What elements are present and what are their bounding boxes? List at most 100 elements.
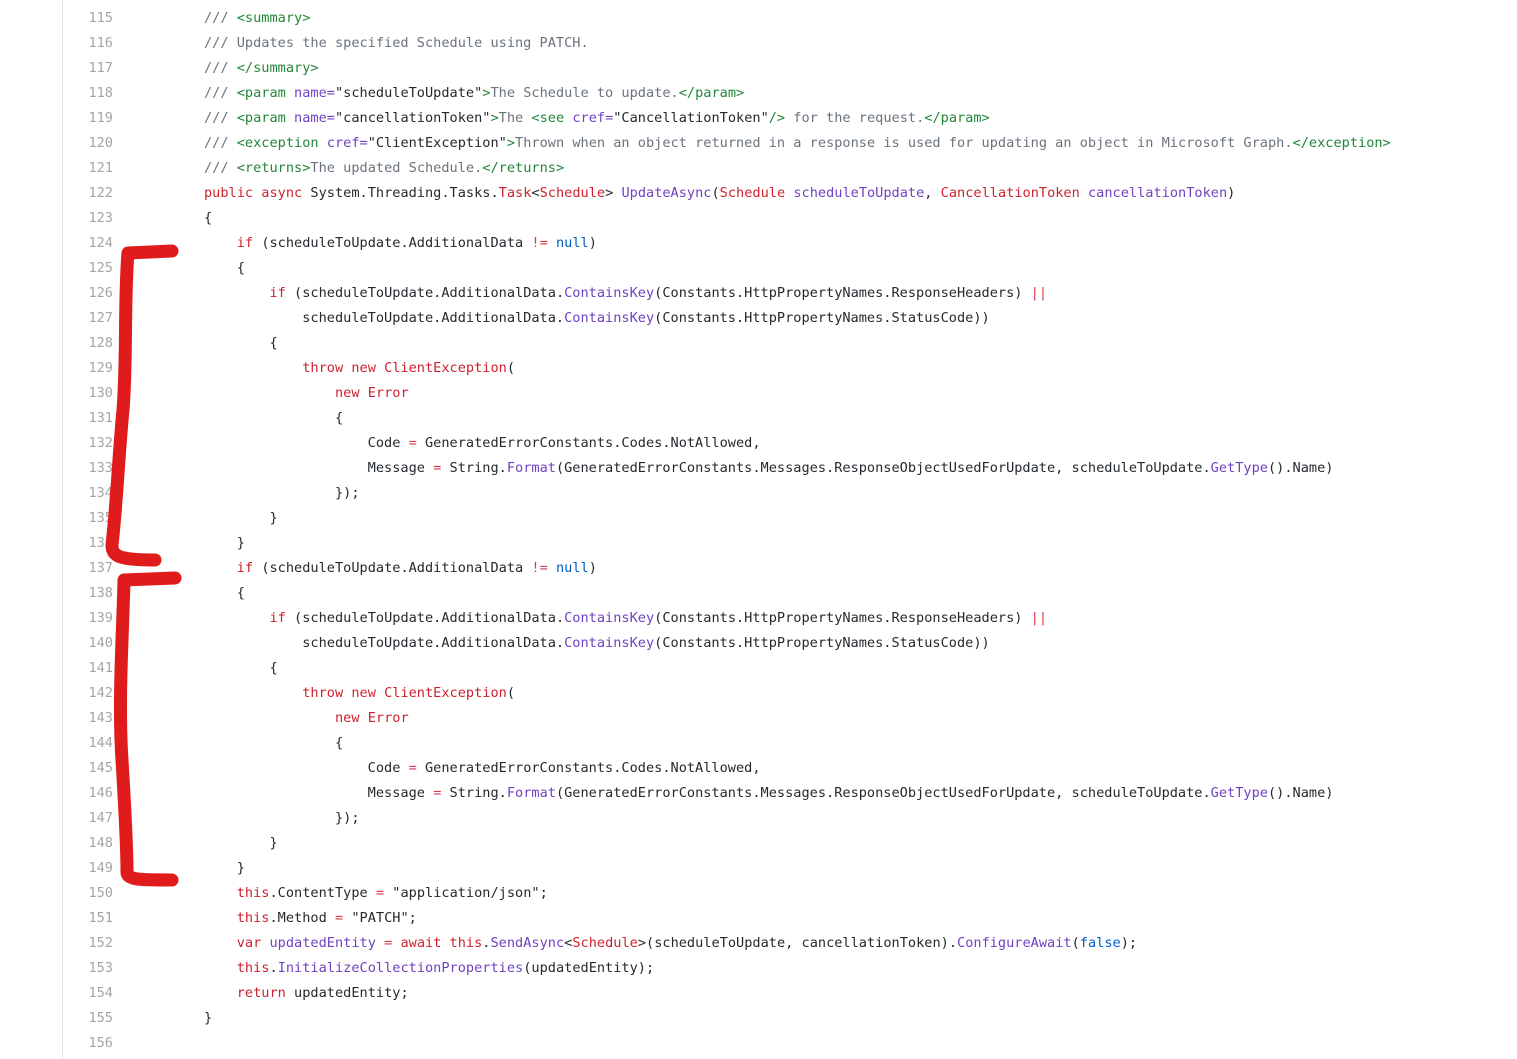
code-token: await this xyxy=(392,935,483,951)
code-text: public async System.Threading.Tasks.Task… xyxy=(204,181,1235,206)
code-token: <exception xyxy=(236,135,327,151)
code-token: ().Name) xyxy=(1267,785,1334,801)
code-line: 135 } xyxy=(0,506,1517,531)
code-token: , xyxy=(924,185,941,201)
code-token: < xyxy=(531,185,540,201)
code-line: 115 /// <summary> xyxy=(0,6,1517,31)
code-token: }); xyxy=(204,810,360,826)
code-token: ContainsKey xyxy=(564,310,655,326)
line-number: 120 xyxy=(88,135,113,151)
code-token: <summary> xyxy=(236,10,311,26)
code-line: 143 new Error xyxy=(0,706,1517,731)
code-token: cref= xyxy=(326,135,368,151)
code-token: <returns> xyxy=(236,160,311,176)
code-token: throw new xyxy=(302,360,385,376)
line-number: 149 xyxy=(88,860,113,876)
code-text: Code = GeneratedErrorConstants.Codes.Not… xyxy=(204,431,761,456)
code-token: "application/json"; xyxy=(384,885,548,901)
code-token: (scheduleToUpdate.AdditionalData xyxy=(261,560,532,576)
code-token: ContainsKey xyxy=(564,635,655,651)
code-line: 145 Code = GeneratedErrorConstants.Codes… xyxy=(0,756,1517,781)
code-token: ); xyxy=(1120,935,1138,951)
code-token: this xyxy=(236,960,270,976)
code-token: { xyxy=(204,260,245,276)
code-line: 140 scheduleToUpdate.AdditionalData.Cont… xyxy=(0,631,1517,656)
code-text: /// <returns>The updated Schedule.</retu… xyxy=(204,156,564,181)
code-text: return updatedEntity; xyxy=(204,981,409,1006)
code-view: 114115/// <summary>116/// Updates the sp… xyxy=(0,0,1517,1056)
code-token: String. xyxy=(441,460,507,476)
code-line: 133 Message = String.Format(GeneratedErr… xyxy=(0,456,1517,481)
code-text: { xyxy=(204,656,278,681)
code-text: /// <param name="cancellationToken">The … xyxy=(204,106,990,131)
code-token: updatedEntity xyxy=(269,935,385,951)
code-token: . xyxy=(269,960,278,976)
code-text: { xyxy=(204,256,245,281)
code-text: this.ContentType = "application/json"; xyxy=(204,881,548,906)
code-token: { xyxy=(204,410,344,426)
code-token: (Constants.HttpPropertyNames.ResponseHea… xyxy=(654,610,1031,626)
line-number: 156 xyxy=(88,1035,113,1051)
code-token: ().Name) xyxy=(1267,460,1334,476)
code-token: ContainsKey xyxy=(564,610,655,626)
code-token: var xyxy=(236,935,270,951)
code-line: 149 } xyxy=(0,856,1517,881)
code-token: <param xyxy=(236,85,295,101)
code-token: /// xyxy=(204,160,237,176)
code-token: Message xyxy=(204,460,434,476)
code-token: = xyxy=(334,910,344,926)
code-line: 146 Message = String.Format(GeneratedErr… xyxy=(0,781,1517,806)
code-token: GeneratedErrorConstants.Codes.NotAllowed… xyxy=(416,435,761,451)
code-text: /// </summary> xyxy=(204,56,319,81)
line-number: 131 xyxy=(88,410,113,426)
code-token: || xyxy=(1030,285,1048,301)
code-token: name= xyxy=(294,110,335,126)
code-text: { xyxy=(204,406,343,431)
code-token: Code xyxy=(204,435,409,451)
code-token: = xyxy=(408,435,417,451)
code-token: Format xyxy=(506,460,556,476)
line-number: 117 xyxy=(88,60,113,76)
code-text: }); xyxy=(204,806,360,831)
code-token: "CancellationToken" xyxy=(613,110,769,126)
code-line: 147 }); xyxy=(0,806,1517,831)
code-token: if xyxy=(236,235,262,251)
code-token: ( xyxy=(506,685,516,701)
code-text: if (scheduleToUpdate.AdditionalData != n… xyxy=(204,556,597,581)
code-text: this.InitializeCollectionProperties(upda… xyxy=(204,956,654,981)
code-token: (scheduleToUpdate.AdditionalData. xyxy=(294,610,565,626)
code-line: 121 /// <returns>The updated Schedule.</r… xyxy=(0,156,1517,181)
code-token: scheduleToUpdate.AdditionalData. xyxy=(204,635,565,651)
line-number: 121 xyxy=(88,160,113,176)
code-text: { xyxy=(204,731,343,756)
code-token: } xyxy=(204,835,278,851)
code-token: { xyxy=(204,660,278,676)
code-line: 142 throw new ClientException( xyxy=(0,681,1517,706)
code-text: if (scheduleToUpdate.AdditionalData.Cont… xyxy=(204,606,1047,631)
code-token: this xyxy=(236,910,270,926)
code-token: { xyxy=(204,210,213,226)
code-token: (GeneratedErrorConstants.Messages.Respon… xyxy=(555,785,1211,801)
code-token: SendAsync xyxy=(490,935,565,951)
line-number: 140 xyxy=(88,635,113,651)
code-line: 116 /// Updates the specified Schedule us… xyxy=(0,31,1517,56)
code-token: if xyxy=(236,560,262,576)
code-token: "scheduleToUpdate" xyxy=(334,85,483,101)
code-token: cref= xyxy=(572,110,614,126)
line-number: 125 xyxy=(88,260,113,276)
line-number: 132 xyxy=(88,435,113,451)
code-token: != xyxy=(531,560,548,576)
code-token: = xyxy=(375,885,385,901)
code-token: Task xyxy=(498,185,532,201)
code-token: /> xyxy=(768,110,786,126)
code-text: Message = String.Format(GeneratedErrorCo… xyxy=(204,781,1334,806)
line-number: 155 xyxy=(88,1010,113,1026)
code-text: /// Updates the specified Schedule using… xyxy=(204,31,589,56)
code-token: } xyxy=(204,860,245,876)
code-token: <param xyxy=(236,110,295,126)
code-token: cancellationToken xyxy=(1088,185,1228,201)
code-token: }); xyxy=(204,485,360,501)
